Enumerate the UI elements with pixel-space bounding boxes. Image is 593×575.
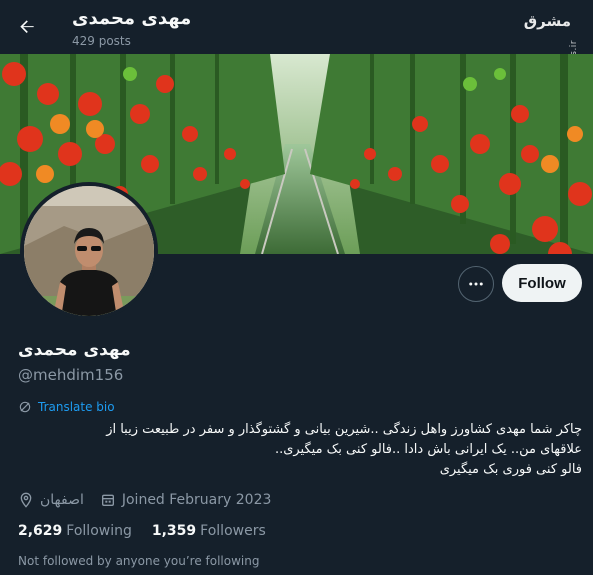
followers-count: 1,359 — [151, 523, 197, 539]
top-bar: مهدی محمدی 429 posts مشرق mashreghnews.i… — [0, 0, 593, 125]
location-pin-icon — [20, 492, 32, 508]
bio-line: چاکر شما مهدی کشاورز واهل زندگی ..شیرین … — [106, 422, 582, 437]
not-followed-notice: Not followed by anyone you’re following — [18, 554, 260, 568]
join-date-text: Joined February 2023 — [121, 492, 272, 508]
translate-icon — [19, 401, 31, 413]
avatar[interactable] — [20, 182, 158, 320]
avatar-photo — [24, 186, 154, 316]
location: اصفهان — [18, 492, 84, 508]
translate-bio-link[interactable]: Translate bio — [18, 400, 115, 414]
calendar-icon — [101, 494, 114, 506]
profile-name: مهدی محمدی — [18, 340, 131, 360]
header-post-count: 429 posts — [72, 34, 131, 48]
following-label: Following — [66, 523, 132, 539]
following-link[interactable]: 2,629 Following — [18, 523, 132, 539]
profile-meta: اصفهان Joined February 2023 — [18, 492, 271, 508]
join-date: Joined February 2023 — [100, 492, 272, 508]
watermark-logo: مشرق — [523, 12, 571, 30]
more-horizontal-icon — [469, 282, 483, 286]
back-button[interactable] — [14, 14, 40, 40]
followers-label: Followers — [200, 523, 266, 539]
profile-handle: @mehdim156 — [18, 366, 124, 384]
header-profile-name: مهدی محمدی — [72, 8, 192, 29]
bio-line: علاقهای من.. یک ایرانی باش دادا ..فالو ک… — [274, 442, 582, 457]
followers-link[interactable]: 1,359 Followers — [152, 523, 266, 539]
translate-bio-label: Translate bio — [38, 400, 115, 414]
follow-stats: 2,629 Following 1,359 Followers — [18, 523, 266, 539]
more-options-button[interactable] — [458, 266, 494, 302]
following-count: 2,629 — [18, 523, 63, 539]
follow-button[interactable]: Follow — [502, 264, 582, 302]
location-text: اصفهان — [40, 492, 84, 508]
profile-bio: چاکر شما مهدی کشاورز واهل زندگی ..شیرین … — [18, 420, 582, 480]
bio-line: فالو کنی فوری بک میگیری — [439, 462, 582, 477]
arrow-left-icon — [20, 20, 34, 33]
